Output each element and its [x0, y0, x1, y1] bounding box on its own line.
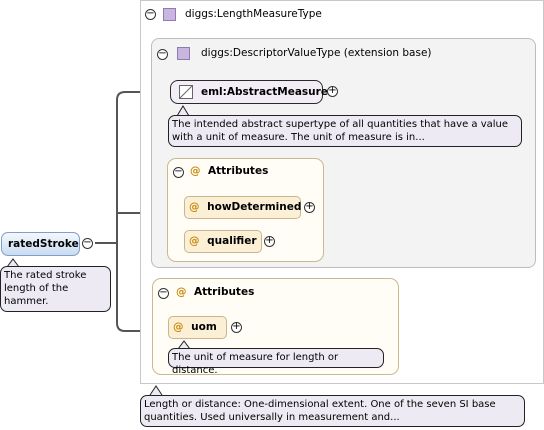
- doc-line: The unit of measure for length or distan…: [172, 352, 339, 376]
- complex-type-icon: [163, 8, 176, 21]
- attribute-name: qualifier: [207, 235, 257, 247]
- doc-line: quantities. Used universally in measurem…: [144, 412, 400, 423]
- abstract-measure-documentation: The intended abstract supertype of all q…: [168, 115, 522, 147]
- attribute-qualifier[interactable]: @ qualifier: [184, 230, 262, 253]
- expand-toggle-abstract-measure[interactable]: +: [327, 86, 338, 97]
- base-attributes-label: Attributes: [208, 165, 269, 177]
- attribute-uom[interactable]: @ uom: [168, 316, 227, 339]
- collapse-toggle-type[interactable]: −: [145, 9, 156, 20]
- rated-stroke-name: ratedStroke: [8, 238, 79, 250]
- uom-documentation: The unit of measure for length or distan…: [168, 348, 384, 376]
- attribute-icon: @: [173, 321, 184, 333]
- attributes-group-icon: @: [190, 165, 201, 177]
- abstract-element-icon: [179, 85, 193, 99]
- attributes-group-icon: @: [176, 286, 187, 298]
- attribute-icon: @: [189, 235, 200, 247]
- attribute-howdetermined[interactable]: @ howDetermined: [184, 196, 301, 219]
- type-documentation: Length or distance: One-dimensional exte…: [140, 395, 525, 427]
- abstract-measure-element[interactable]: eml:AbstractMeasure: [170, 80, 328, 104]
- collapse-toggle-base-attributes[interactable]: −: [173, 167, 184, 178]
- attribute-icon: @: [189, 201, 200, 213]
- expand-toggle-qualifier[interactable]: +: [264, 236, 275, 247]
- collapse-toggle-type-attributes[interactable]: −: [158, 288, 169, 299]
- rated-stroke-element[interactable]: ratedStroke: [1, 232, 80, 256]
- doc-line: with a unit of measure. The unit of meas…: [172, 132, 425, 143]
- doc-line: length of the: [4, 283, 69, 294]
- type-attributes-label: Attributes: [194, 286, 255, 298]
- attribute-name: howDetermined: [207, 201, 302, 213]
- collapse-toggle-rated-stroke[interactable]: −: [82, 238, 93, 249]
- base-type-name: diggs:DescriptorValueType (extension bas…: [201, 47, 432, 59]
- rated-stroke-documentation: The rated stroke length of the hammer.: [0, 266, 111, 312]
- doc-line: The rated stroke: [4, 270, 87, 281]
- type-name: diggs:LengthMeasureType: [185, 8, 322, 20]
- doc-line: hammer.: [4, 296, 49, 307]
- complex-type-icon-base: [177, 47, 190, 60]
- expand-toggle-uom[interactable]: +: [231, 322, 242, 333]
- attribute-name: uom: [191, 321, 217, 333]
- abstract-element-name: eml:AbstractMeasure: [201, 86, 328, 98]
- doc-line: The intended abstract supertype of all q…: [172, 119, 509, 130]
- expand-toggle-howdetermined[interactable]: +: [304, 202, 315, 213]
- doc-line: Length or distance: One-dimensional exte…: [144, 399, 496, 410]
- collapse-toggle-base[interactable]: −: [157, 49, 168, 60]
